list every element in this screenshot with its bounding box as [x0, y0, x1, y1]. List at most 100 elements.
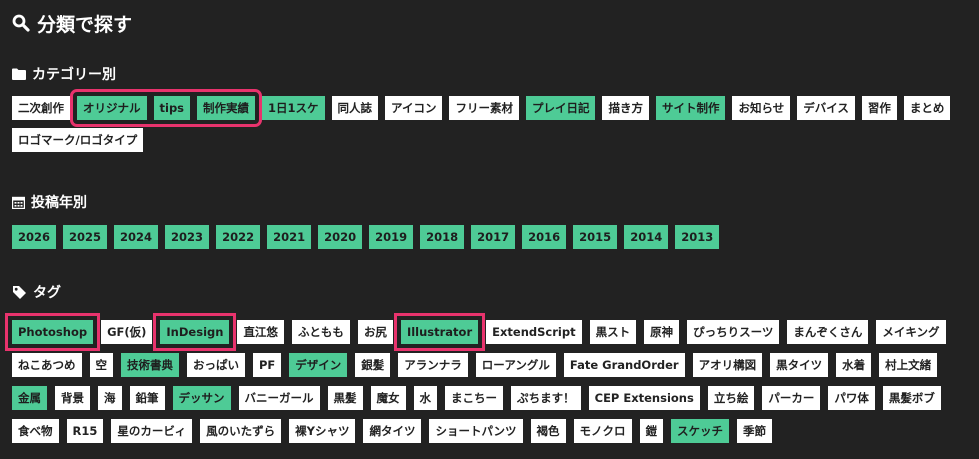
tag-link[interactable]: アイコン	[385, 96, 443, 120]
tag-link[interactable]: まとめ	[903, 96, 951, 120]
tag-link[interactable]: オリジナル	[77, 96, 147, 120]
tag-list: Photoshop GF(仮) InDesign 直江悠 ふともも お尻 Illustrat…	[12, 320, 972, 443]
tag-link[interactable]: フリー素材	[449, 96, 519, 120]
page: 分類で探す カテゴリー別 二次創作 オリジナル tips 制作実績 1日1スケ 同人誌 アイ…	[12, 8, 979, 443]
tag-link[interactable]: サイト制作	[655, 96, 726, 120]
tag-link[interactable]: プレイ日記	[525, 96, 596, 120]
tag-link[interactable]: 黒髪	[327, 386, 363, 410]
tag-link[interactable]: 2019	[369, 225, 414, 249]
tag-link[interactable]: 裸Yシャツ	[289, 419, 356, 443]
tag-link[interactable]: 2020	[318, 225, 363, 249]
tag-link[interactable]: 2021	[267, 225, 312, 249]
tag-link[interactable]: まんぞくさん	[787, 320, 869, 344]
tag-link[interactable]: tips	[153, 96, 191, 120]
tag-link[interactable]: 2016	[522, 225, 567, 249]
tag-link[interactable]: 黒タイツ	[770, 353, 829, 377]
tags-heading-text: タグ	[33, 285, 61, 301]
tag-link[interactable]: 鉛筆	[129, 386, 165, 410]
tag-link[interactable]: バニーガール	[238, 386, 320, 410]
tag-link[interactable]: 2023	[165, 225, 210, 249]
tag-link[interactable]: 直江悠	[237, 320, 284, 344]
tag-link[interactable]: 星のカービィ	[111, 419, 193, 443]
tag-link[interactable]: ExtendScript	[486, 320, 582, 344]
tag-link[interactable]: 2013	[675, 225, 720, 249]
category-tag-list: 二次創作 オリジナル tips 制作実績 1日1スケ 同人誌 アイコン フリー素材 プレイ日記描…	[12, 89, 967, 152]
tag-link[interactable]: 同人誌	[331, 96, 379, 120]
tag-link[interactable]: お尻	[357, 320, 393, 344]
tag-link[interactable]: 2025	[63, 225, 108, 249]
tag-link[interactable]: ぷちます！	[511, 386, 581, 410]
tag-link[interactable]: 2018	[420, 225, 465, 249]
tag-link[interactable]: 海	[98, 386, 122, 410]
tag-link[interactable]: 習作	[861, 96, 897, 120]
tag-link[interactable]: R15	[66, 419, 104, 443]
tag-link[interactable]: 2024	[114, 225, 159, 249]
tag-link[interactable]: アオリ構図	[692, 353, 763, 377]
year-heading-text: 投稿年別	[31, 195, 87, 211]
tag-link[interactable]: デバイス	[797, 96, 855, 120]
tag-link[interactable]: 二次創作	[12, 96, 70, 120]
tag-link[interactable]: 網タイツ	[363, 419, 422, 443]
tag-link[interactable]: 原神	[644, 320, 680, 344]
tag-link[interactable]: スケッチ	[671, 419, 730, 443]
tag-link[interactable]: 水着	[836, 353, 872, 377]
tag-link[interactable]: デザイン	[289, 353, 348, 377]
tag-link[interactable]: 村上文緒	[879, 353, 938, 377]
tag-link[interactable]: 黒スト	[589, 320, 637, 344]
tag-link[interactable]: 制作実績	[197, 96, 256, 120]
tag-link[interactable]: メイキング	[876, 320, 946, 344]
tag-link[interactable]: 風のいたずら	[200, 419, 282, 443]
tag-link[interactable]: アランナラ	[398, 353, 468, 377]
year-section: 投稿年別 2026 2025 2024 2023 2022 2021 2020 2019 201…	[12, 192, 967, 249]
calendar-icon	[12, 196, 25, 209]
tag-link[interactable]: PF	[253, 353, 282, 377]
tag-link[interactable]: ぴっちりスーツ	[687, 320, 780, 344]
tag-link[interactable]: ねこあつめ	[12, 353, 82, 377]
tag-link[interactable]: GF(仮)	[101, 320, 153, 344]
tag-link[interactable]: お知らせ	[732, 96, 791, 120]
tag-link[interactable]: パーカー	[762, 386, 821, 410]
tag-link[interactable]: 立ち絵	[707, 386, 755, 410]
tag-link[interactable]: 魔女	[370, 386, 406, 410]
tag-link[interactable]: Illustrator	[400, 320, 479, 344]
tag-link[interactable]: Photoshop	[12, 320, 94, 344]
year-tag-list: 2026 2025 2024 2023 2022 2021 2020 2019 2018 2017…	[12, 225, 967, 249]
tag-link[interactable]: ローアングル	[475, 353, 556, 377]
tag-link[interactable]: 季節	[737, 419, 773, 443]
tag-link[interactable]: CEP Extensions	[588, 386, 700, 410]
tag-link[interactable]: 銀髪	[355, 353, 391, 377]
year-heading: 投稿年別	[12, 192, 967, 212]
tag-icon	[12, 285, 27, 300]
tag-link[interactable]: 2014	[624, 225, 669, 249]
tag-link[interactable]: モノクロ	[573, 419, 632, 443]
tag-link[interactable]: 金属	[12, 386, 47, 410]
tag-link[interactable]: ロゴマーク/ロゴタイプ	[12, 128, 144, 152]
tag-link[interactable]: Fate GrandOrder	[563, 353, 685, 377]
tag-link[interactable]: まこちー	[445, 386, 503, 410]
tag-link[interactable]: InDesign	[160, 320, 230, 344]
tag-link[interactable]: おっぱい	[187, 353, 245, 377]
tag-link[interactable]: 技術書典	[121, 353, 179, 377]
highlighted-tag-group: オリジナル tips 制作実績	[69, 89, 263, 127]
tag-link[interactable]: 2017	[471, 225, 516, 249]
page-title: 分類で探す	[12, 8, 979, 38]
tag-link[interactable]: ショートパンツ	[429, 419, 523, 443]
tag-link[interactable]: 2015	[573, 225, 618, 249]
tag-link[interactable]: 食べ物	[12, 419, 59, 443]
tag-link[interactable]: 1日1スケ	[262, 96, 325, 120]
tag-link[interactable]: 背景	[55, 386, 90, 410]
tags-heading: タグ	[12, 282, 972, 302]
tag-link[interactable]: ふともも	[291, 320, 350, 344]
page-title-text: 分類で探す	[37, 13, 133, 36]
tag-link[interactable]: パワ体	[828, 386, 875, 410]
folder-icon	[12, 68, 26, 80]
tag-link[interactable]: デッサン	[172, 386, 231, 410]
tag-link[interactable]: 2022	[216, 225, 261, 249]
tag-link[interactable]: 水	[413, 386, 437, 410]
tag-link[interactable]: 描き方	[602, 96, 649, 120]
tag-link[interactable]: 2026	[12, 225, 57, 249]
tag-link[interactable]: 空	[89, 353, 113, 377]
tag-link[interactable]: 褐色	[530, 419, 566, 443]
tag-link[interactable]: 鎧	[639, 419, 664, 443]
tag-link[interactable]: 黒髪ボブ	[882, 386, 941, 410]
